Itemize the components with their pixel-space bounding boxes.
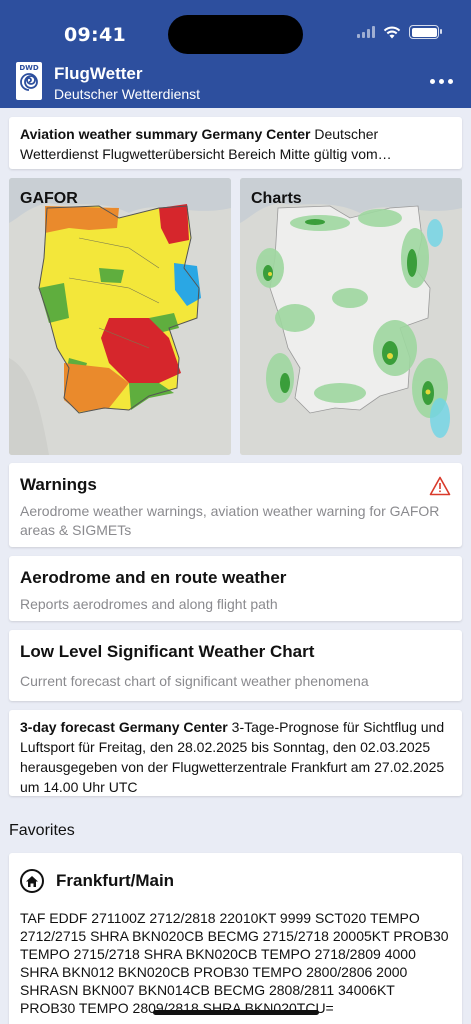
radar-chart-map xyxy=(240,178,462,455)
status-icons xyxy=(357,25,442,39)
charts-map-tile[interactable]: Charts xyxy=(240,178,462,455)
home-indicator[interactable] xyxy=(153,1010,319,1015)
forecast-card[interactable]: 3-day forecast Germany Center 3-Tage-Pro… xyxy=(9,710,462,796)
battery-icon xyxy=(409,25,442,39)
logo-swirl-icon xyxy=(20,73,38,91)
gafor-label: GAFOR xyxy=(20,190,78,207)
logo-text: DWD xyxy=(19,64,39,72)
forecast-title: 3-day forecast Germany Center xyxy=(20,719,228,735)
low-level-desc: Current forecast chart of significant we… xyxy=(20,673,369,689)
warnings-card[interactable]: Warnings Aerodrome weather warnings, avi… xyxy=(9,463,462,547)
low-level-title: Low Level Significant Weather Chart xyxy=(20,642,315,661)
warnings-title: Warnings xyxy=(20,475,97,494)
taf-text: TAF EDDF 271100Z 2712/2818 22010KT 9999 … xyxy=(20,910,449,1016)
aerodrome-card[interactable]: Aerodrome and en route weather Reports a… xyxy=(9,556,462,621)
more-options-icon[interactable] xyxy=(430,79,453,84)
aerodrome-desc: Reports aerodromes and along flight path xyxy=(20,596,278,612)
dynamic-island xyxy=(168,15,303,54)
summary-title: Aviation weather summary Germany Center xyxy=(20,126,311,142)
status-time: 09:41 xyxy=(64,24,126,46)
favorite-name: Frankfurt/Main xyxy=(56,871,175,890)
warning-icon xyxy=(429,476,451,496)
app-subtitle: Deutscher Wetterdienst xyxy=(54,86,201,102)
gafor-map-tile[interactable]: GAFOR xyxy=(9,178,231,455)
app-title: FlugWetter xyxy=(54,64,143,83)
low-level-chart-card[interactable]: Low Level Significant Weather Chart Curr… xyxy=(9,630,462,701)
favorites-heading: Favorites xyxy=(9,822,75,839)
warnings-desc: Aerodrome weather warnings, aviation wea… xyxy=(20,503,440,538)
cellular-signal-icon xyxy=(357,26,375,38)
summary-card[interactable]: Aviation weather summary Germany Center … xyxy=(9,117,462,169)
dwd-logo: DWD xyxy=(16,62,42,100)
gafor-map xyxy=(9,178,231,455)
wifi-icon xyxy=(383,26,401,38)
aerodrome-title: Aerodrome and en route weather xyxy=(20,568,287,587)
app-header: 09:41 DWD FlugWetter Deutscher Wetterdie… xyxy=(0,0,471,108)
home-icon xyxy=(20,869,44,893)
favorite-item[interactable]: Frankfurt/Main TAF EDDF 271100Z 2712/281… xyxy=(9,853,462,1024)
charts-label: Charts xyxy=(251,190,302,207)
